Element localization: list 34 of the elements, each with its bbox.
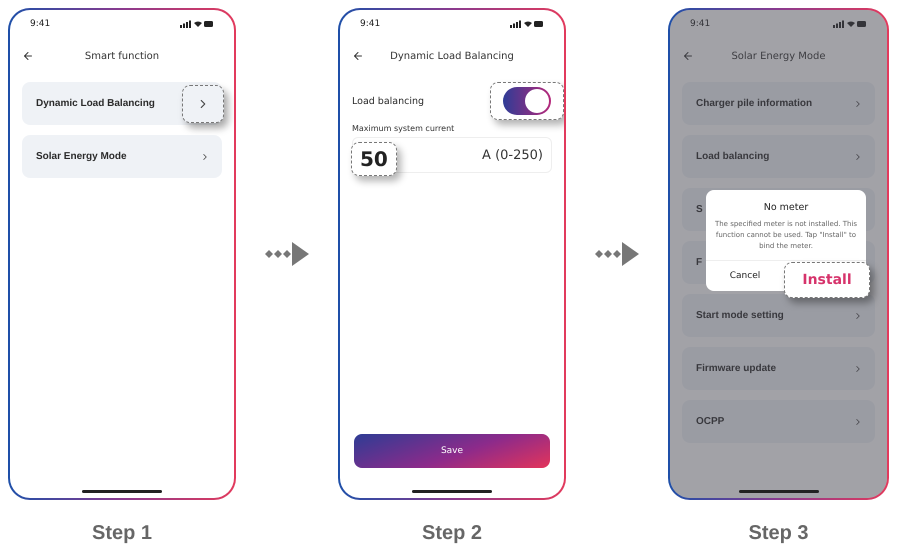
- toggle-label: Load balancing: [352, 96, 424, 106]
- status-icons: [180, 20, 214, 28]
- current-value: 50: [351, 142, 397, 176]
- save-button[interactable]: Save: [354, 434, 550, 468]
- screen-title: Smart function: [84, 50, 160, 62]
- arrow-icon: [595, 241, 639, 267]
- field-label: Maximum system current: [352, 124, 456, 133]
- arrow-icon: [265, 241, 309, 267]
- toggle-switch[interactable]: [490, 82, 564, 120]
- step-caption: Step 1: [92, 522, 152, 545]
- menu-item[interactable]: Solar Energy Mode: [22, 135, 222, 178]
- status-icons: [833, 20, 867, 28]
- dialog-title: No meter: [762, 202, 810, 213]
- cancel-button[interactable]: Cancel: [706, 270, 784, 282]
- back-icon[interactable]: [22, 50, 34, 62]
- chevron-button[interactable]: [182, 84, 224, 122]
- unit-label: A (0-250): [482, 148, 543, 162]
- current-input-field[interactable]: 50 A (0-250): [352, 137, 552, 173]
- menu-item[interactable]: OCPP: [682, 400, 875, 443]
- step-caption: Step 3: [748, 522, 809, 545]
- status-time: 9:41: [30, 19, 50, 29]
- install-button[interactable]: Install: [784, 262, 870, 298]
- menu-item[interactable]: Firmware update: [682, 347, 875, 390]
- menu-item[interactable]: Load balancing: [682, 135, 875, 178]
- screen-title: Dynamic Load Balancing: [390, 50, 514, 62]
- status-time: 9:41: [360, 19, 380, 29]
- screen-title: Solar Energy Mode: [731, 50, 826, 62]
- status-icons: [510, 20, 544, 28]
- menu-item[interactable]: Dynamic Load Balancing: [22, 82, 222, 125]
- back-icon[interactable]: [352, 50, 364, 62]
- menu-item[interactable]: Charger pile information: [682, 82, 875, 125]
- menu-item[interactable]: Start mode setting: [682, 294, 875, 337]
- step-caption: Step 2: [422, 522, 482, 545]
- status-time: 9:41: [690, 19, 710, 29]
